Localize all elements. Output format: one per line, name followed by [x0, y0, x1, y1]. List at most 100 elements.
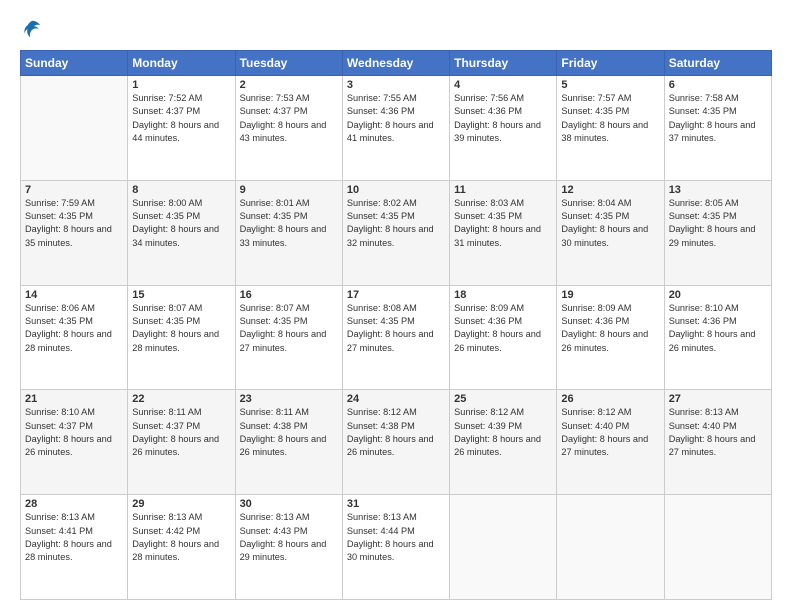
calendar-cell: 27Sunrise: 8:13 AMSunset: 4:40 PMDayligh…	[664, 390, 771, 495]
day-info: Sunrise: 8:13 AMSunset: 4:40 PMDaylight:…	[669, 406, 767, 459]
weekday-header-sunday: Sunday	[21, 51, 128, 76]
calendar-cell: 16Sunrise: 8:07 AMSunset: 4:35 PMDayligh…	[235, 285, 342, 390]
calendar-cell	[664, 495, 771, 600]
day-info: Sunrise: 8:13 AMSunset: 4:41 PMDaylight:…	[25, 511, 123, 564]
day-number: 7	[25, 184, 123, 196]
calendar-cell: 10Sunrise: 8:02 AMSunset: 4:35 PMDayligh…	[342, 180, 449, 285]
day-number: 3	[347, 79, 445, 91]
day-info: Sunrise: 8:13 AMSunset: 4:44 PMDaylight:…	[347, 511, 445, 564]
logo	[20, 18, 44, 40]
day-info: Sunrise: 7:55 AMSunset: 4:36 PMDaylight:…	[347, 92, 445, 145]
day-info: Sunrise: 8:09 AMSunset: 4:36 PMDaylight:…	[454, 302, 552, 355]
day-number: 28	[25, 498, 123, 510]
day-info: Sunrise: 8:13 AMSunset: 4:42 PMDaylight:…	[132, 511, 230, 564]
calendar: SundayMondayTuesdayWednesdayThursdayFrid…	[20, 50, 772, 600]
day-number: 21	[25, 393, 123, 405]
calendar-cell	[21, 76, 128, 181]
day-number: 6	[669, 79, 767, 91]
calendar-cell: 26Sunrise: 8:12 AMSunset: 4:40 PMDayligh…	[557, 390, 664, 495]
weekday-header-monday: Monday	[128, 51, 235, 76]
day-number: 31	[347, 498, 445, 510]
calendar-cell: 19Sunrise: 8:09 AMSunset: 4:36 PMDayligh…	[557, 285, 664, 390]
day-number: 17	[347, 289, 445, 301]
day-info: Sunrise: 7:59 AMSunset: 4:35 PMDaylight:…	[25, 197, 123, 250]
calendar-week-row: 7Sunrise: 7:59 AMSunset: 4:35 PMDaylight…	[21, 180, 772, 285]
calendar-cell: 22Sunrise: 8:11 AMSunset: 4:37 PMDayligh…	[128, 390, 235, 495]
day-number: 2	[240, 79, 338, 91]
day-number: 4	[454, 79, 552, 91]
calendar-cell: 3Sunrise: 7:55 AMSunset: 4:36 PMDaylight…	[342, 76, 449, 181]
day-info: Sunrise: 8:06 AMSunset: 4:35 PMDaylight:…	[25, 302, 123, 355]
calendar-cell: 30Sunrise: 8:13 AMSunset: 4:43 PMDayligh…	[235, 495, 342, 600]
day-info: Sunrise: 7:53 AMSunset: 4:37 PMDaylight:…	[240, 92, 338, 145]
day-number: 18	[454, 289, 552, 301]
day-info: Sunrise: 8:02 AMSunset: 4:35 PMDaylight:…	[347, 197, 445, 250]
calendar-week-row: 28Sunrise: 8:13 AMSunset: 4:41 PMDayligh…	[21, 495, 772, 600]
day-info: Sunrise: 8:12 AMSunset: 4:38 PMDaylight:…	[347, 406, 445, 459]
day-info: Sunrise: 8:10 AMSunset: 4:37 PMDaylight:…	[25, 406, 123, 459]
calendar-cell: 8Sunrise: 8:00 AMSunset: 4:35 PMDaylight…	[128, 180, 235, 285]
day-number: 5	[561, 79, 659, 91]
day-info: Sunrise: 8:04 AMSunset: 4:35 PMDaylight:…	[561, 197, 659, 250]
day-info: Sunrise: 8:09 AMSunset: 4:36 PMDaylight:…	[561, 302, 659, 355]
day-number: 14	[25, 289, 123, 301]
page: SundayMondayTuesdayWednesdayThursdayFrid…	[0, 0, 792, 612]
day-info: Sunrise: 7:56 AMSunset: 4:36 PMDaylight:…	[454, 92, 552, 145]
day-number: 29	[132, 498, 230, 510]
weekday-header-row: SundayMondayTuesdayWednesdayThursdayFrid…	[21, 51, 772, 76]
calendar-week-row: 14Sunrise: 8:06 AMSunset: 4:35 PMDayligh…	[21, 285, 772, 390]
calendar-week-row: 1Sunrise: 7:52 AMSunset: 4:37 PMDaylight…	[21, 76, 772, 181]
day-number: 22	[132, 393, 230, 405]
day-info: Sunrise: 7:58 AMSunset: 4:35 PMDaylight:…	[669, 92, 767, 145]
calendar-cell: 21Sunrise: 8:10 AMSunset: 4:37 PMDayligh…	[21, 390, 128, 495]
weekday-header-tuesday: Tuesday	[235, 51, 342, 76]
calendar-cell: 5Sunrise: 7:57 AMSunset: 4:35 PMDaylight…	[557, 76, 664, 181]
day-number: 1	[132, 79, 230, 91]
calendar-cell	[450, 495, 557, 600]
calendar-cell	[557, 495, 664, 600]
day-info: Sunrise: 8:00 AMSunset: 4:35 PMDaylight:…	[132, 197, 230, 250]
day-number: 30	[240, 498, 338, 510]
day-info: Sunrise: 8:03 AMSunset: 4:35 PMDaylight:…	[454, 197, 552, 250]
day-number: 25	[454, 393, 552, 405]
calendar-cell: 24Sunrise: 8:12 AMSunset: 4:38 PMDayligh…	[342, 390, 449, 495]
calendar-cell: 7Sunrise: 7:59 AMSunset: 4:35 PMDaylight…	[21, 180, 128, 285]
day-info: Sunrise: 8:11 AMSunset: 4:38 PMDaylight:…	[240, 406, 338, 459]
day-info: Sunrise: 8:10 AMSunset: 4:36 PMDaylight:…	[669, 302, 767, 355]
day-number: 23	[240, 393, 338, 405]
day-info: Sunrise: 7:52 AMSunset: 4:37 PMDaylight:…	[132, 92, 230, 145]
weekday-header-friday: Friday	[557, 51, 664, 76]
day-info: Sunrise: 8:08 AMSunset: 4:35 PMDaylight:…	[347, 302, 445, 355]
calendar-cell: 23Sunrise: 8:11 AMSunset: 4:38 PMDayligh…	[235, 390, 342, 495]
calendar-cell: 25Sunrise: 8:12 AMSunset: 4:39 PMDayligh…	[450, 390, 557, 495]
calendar-cell: 4Sunrise: 7:56 AMSunset: 4:36 PMDaylight…	[450, 76, 557, 181]
day-number: 15	[132, 289, 230, 301]
weekday-header-thursday: Thursday	[450, 51, 557, 76]
day-number: 20	[669, 289, 767, 301]
day-number: 16	[240, 289, 338, 301]
calendar-cell: 14Sunrise: 8:06 AMSunset: 4:35 PMDayligh…	[21, 285, 128, 390]
day-info: Sunrise: 8:05 AMSunset: 4:35 PMDaylight:…	[669, 197, 767, 250]
calendar-cell: 20Sunrise: 8:10 AMSunset: 4:36 PMDayligh…	[664, 285, 771, 390]
header	[20, 18, 772, 40]
calendar-cell: 17Sunrise: 8:08 AMSunset: 4:35 PMDayligh…	[342, 285, 449, 390]
calendar-cell: 15Sunrise: 8:07 AMSunset: 4:35 PMDayligh…	[128, 285, 235, 390]
calendar-week-row: 21Sunrise: 8:10 AMSunset: 4:37 PMDayligh…	[21, 390, 772, 495]
calendar-cell: 13Sunrise: 8:05 AMSunset: 4:35 PMDayligh…	[664, 180, 771, 285]
day-number: 13	[669, 184, 767, 196]
day-number: 11	[454, 184, 552, 196]
day-number: 26	[561, 393, 659, 405]
weekday-header-saturday: Saturday	[664, 51, 771, 76]
calendar-cell: 11Sunrise: 8:03 AMSunset: 4:35 PMDayligh…	[450, 180, 557, 285]
calendar-cell: 2Sunrise: 7:53 AMSunset: 4:37 PMDaylight…	[235, 76, 342, 181]
day-number: 12	[561, 184, 659, 196]
calendar-cell: 12Sunrise: 8:04 AMSunset: 4:35 PMDayligh…	[557, 180, 664, 285]
day-number: 27	[669, 393, 767, 405]
day-info: Sunrise: 8:11 AMSunset: 4:37 PMDaylight:…	[132, 406, 230, 459]
day-number: 9	[240, 184, 338, 196]
calendar-cell: 28Sunrise: 8:13 AMSunset: 4:41 PMDayligh…	[21, 495, 128, 600]
calendar-cell: 18Sunrise: 8:09 AMSunset: 4:36 PMDayligh…	[450, 285, 557, 390]
weekday-header-wednesday: Wednesday	[342, 51, 449, 76]
day-number: 24	[347, 393, 445, 405]
day-info: Sunrise: 8:01 AMSunset: 4:35 PMDaylight:…	[240, 197, 338, 250]
